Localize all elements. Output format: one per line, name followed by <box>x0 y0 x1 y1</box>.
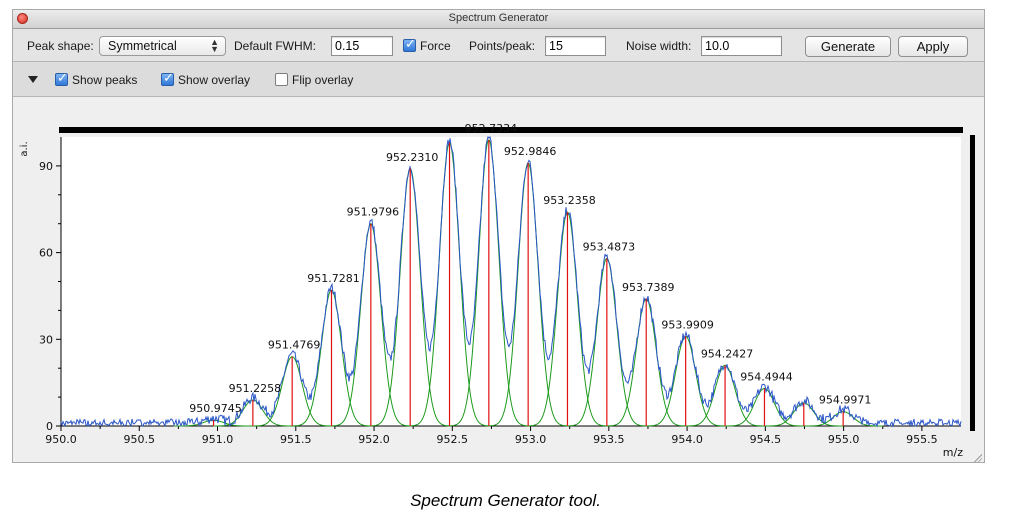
peak-label: 951.9796 <box>347 206 400 219</box>
x-tick-label: 950.5 <box>124 433 156 446</box>
x-tick-label: 955.0 <box>828 433 860 446</box>
show-peaks-label: Show peaks <box>72 73 138 87</box>
y-axis-label: a.i. <box>19 141 30 156</box>
peak-label: 954.2427 <box>701 347 754 360</box>
force-checkbox[interactable] <box>403 37 416 52</box>
show-overlay-label: Show overlay <box>178 73 251 87</box>
y-tick-label: 60 <box>39 247 53 260</box>
noise-width-label: Noise width: <box>626 39 692 53</box>
spectrum-chart-area[interactable]: 950.0 950.5 951.0 951.5 952.0 952.5 953.0 953.5… <box>13 97 984 462</box>
noise-width-input[interactable] <box>701 36 782 56</box>
peak-shape-select[interactable]: Symmetrical ▲ ▼ <box>99 36 226 56</box>
x-tick-label: 954.5 <box>750 433 782 446</box>
x-tick-label: 955.5 <box>906 433 938 446</box>
peak-shape-label: Peak shape: <box>27 39 94 53</box>
parameters-toolbar: Peak shape: Symmetrical ▲ ▼ Default FWHM:… <box>13 29 984 62</box>
plot-background <box>61 137 961 426</box>
points-per-peak-input[interactable] <box>545 36 606 56</box>
display-options-bar: Show peaks Show overlay Flip overlay <box>13 62 984 97</box>
x-tick-label: 954.0 <box>671 433 703 446</box>
figure-caption: Spectrum Generator tool. <box>410 491 601 510</box>
updown-arrows-icon: ▲ ▼ <box>210 37 219 54</box>
peak-label: 953.2358 <box>543 194 596 207</box>
peak-shape-value: Symmetrical <box>108 39 177 53</box>
right-range-bar <box>970 135 975 431</box>
peak-label: 952.9846 <box>504 145 557 158</box>
x-tick-label: 950.0 <box>45 433 77 446</box>
fwhm-input[interactable] <box>331 36 393 56</box>
x-tick-label: 953.5 <box>593 433 625 446</box>
window-title: Spectrum Generator <box>448 12 549 24</box>
y-tick-label: 0 <box>46 420 53 433</box>
y-tick-label: 30 <box>39 333 53 346</box>
peak-label: 952.2310 <box>386 151 439 164</box>
show-overlay-checkbox[interactable] <box>161 71 174 86</box>
fwhm-label: Default FWHM: <box>234 39 317 53</box>
apply-button[interactable]: Apply <box>898 36 968 57</box>
spectrum-chart[interactable]: 950.0 950.5 951.0 951.5 952.0 952.5 953.0 953.5… <box>13 97 984 462</box>
show-peaks-checkbox[interactable] <box>55 71 68 86</box>
title-bar: Spectrum Generator <box>13 10 984 29</box>
peak-label: 951.2258 <box>229 382 282 395</box>
x-tick-label: 951.5 <box>280 433 312 446</box>
y-tick-label: 90 <box>39 160 53 173</box>
x-tick-label: 953.0 <box>515 433 547 446</box>
flip-overlay-label: Flip overlay <box>292 73 354 87</box>
x-axis-label: m/z <box>943 446 963 459</box>
x-tick-label: 951.0 <box>202 433 234 446</box>
x-tick-label: 952.0 <box>358 433 390 446</box>
force-label: Force <box>420 39 451 53</box>
peak-label: 951.7281 <box>307 272 360 285</box>
peak-label: 953.4873 <box>583 240 636 253</box>
disclosure-triangle-icon[interactable] <box>28 76 38 83</box>
peak-label: 953.7389 <box>622 281 675 294</box>
x-tick-label: 952.5 <box>437 433 469 446</box>
generate-button[interactable]: Generate <box>805 36 891 57</box>
peak-label: 954.9971 <box>819 394 872 407</box>
points-per-peak-label: Points/peak: <box>469 39 536 53</box>
peak-label: 953.9909 <box>661 318 714 331</box>
resize-grip-icon[interactable] <box>973 453 982 462</box>
peak-label: 950.9745 <box>189 402 242 415</box>
flip-overlay-checkbox[interactable] <box>275 73 288 86</box>
peak-label: 954.4944 <box>740 370 793 383</box>
spectrum-generator-window: Spectrum Generator Peak shape: Symmetric… <box>12 9 985 463</box>
peak-label: 952.7334 <box>465 122 518 135</box>
peak-label: 951.4769 <box>268 339 321 352</box>
